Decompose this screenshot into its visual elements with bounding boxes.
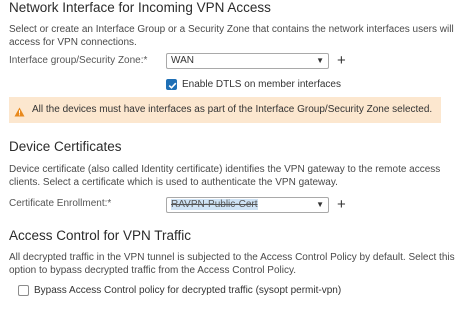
access-control-description: All decrypted traffic in the VPN tunnel … xyxy=(9,252,455,276)
certificate-enrollment-value: RAVPN-Public-Cert xyxy=(171,199,258,210)
warning-icon xyxy=(14,104,25,122)
vpn-wizard-page: Network Interface for Incoming VPN Acces… xyxy=(0,0,474,317)
interface-group-value: WAN xyxy=(171,55,194,66)
chevron-down-icon: ▼ xyxy=(316,56,324,65)
network-interface-description: Select or create an Interface Group or a… xyxy=(9,24,454,48)
dtls-label: Enable DTLS on member interfaces xyxy=(182,79,341,90)
bypass-access-control-label: Bypass Access Control policy for decrypt… xyxy=(34,285,342,296)
certificate-enrollment-select[interactable]: RAVPN-Public-Cert ▼ xyxy=(166,197,329,213)
add-certificate-button[interactable]: + xyxy=(337,197,346,212)
plus-icon: + xyxy=(337,196,346,213)
plus-icon: + xyxy=(337,52,346,69)
access-control-title: Access Control for VPN Traffic xyxy=(9,228,192,243)
warning-text: All the devices must have interfaces as … xyxy=(32,104,433,115)
device-certificates-title: Device Certificates xyxy=(9,139,122,154)
certificate-enrollment-label: Certificate Enrollment:* xyxy=(9,198,112,209)
chevron-down-icon: ▼ xyxy=(316,200,324,209)
warning-banner: All the devices must have interfaces as … xyxy=(9,97,441,123)
interface-group-select[interactable]: WAN ▼ xyxy=(166,53,329,69)
bypass-access-control-checkbox[interactable] xyxy=(18,285,29,296)
network-interface-title: Network Interface for Incoming VPN Acces… xyxy=(9,0,271,15)
dtls-checkbox[interactable] xyxy=(166,79,177,90)
check-icon xyxy=(168,82,177,89)
device-certificates-description: Device certificate (also called Identity… xyxy=(9,164,441,188)
add-interface-button[interactable]: + xyxy=(337,53,346,68)
interface-group-label: Interface group/Security Zone:* xyxy=(9,55,148,66)
